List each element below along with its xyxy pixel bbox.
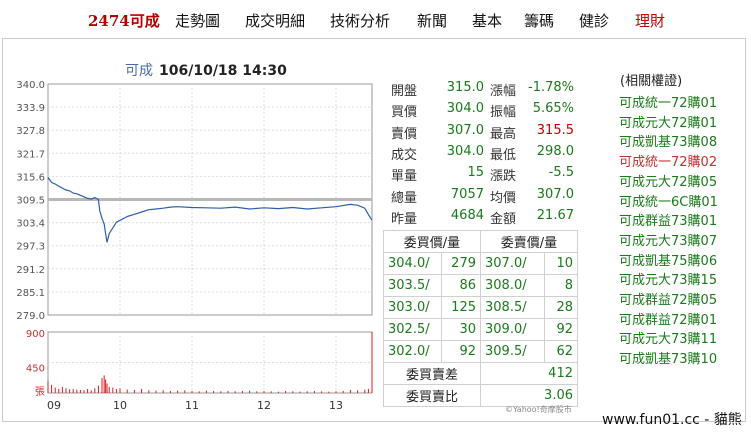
footer-watermark: www.fun01.cc - 貓熊: [602, 412, 742, 428]
order-book-row: 303.5/86 308.0/8: [382, 274, 578, 297]
stat-label: 最高: [490, 126, 517, 142]
related-warrant-link[interactable]: 可成群益72購01: [619, 309, 717, 328]
stat-value: -1.78%: [528, 80, 574, 95]
time-tick-label: 09: [47, 399, 61, 412]
stat-label: 漲幅: [490, 84, 517, 99]
bid-volume: 279: [441, 252, 481, 275]
ask-header: 委賣價/量: [480, 230, 578, 253]
stat-label: 昨量: [391, 211, 418, 227]
ask-price: 308.5/: [479, 296, 546, 319]
related-warrant-link[interactable]: 可成元大73購07: [619, 230, 717, 249]
stat-label: 總量: [391, 190, 418, 206]
bid-volume: 125: [441, 296, 481, 319]
stat-value: 307.0: [446, 122, 484, 138]
volume-tick-label: 450: [26, 364, 45, 375]
time-tick-label: 11: [185, 399, 199, 412]
ask-volume: 10: [544, 252, 578, 275]
stat-value: -5.5: [548, 165, 574, 181]
order-book-row: 302.5/30 309.0/92: [382, 318, 578, 341]
stat-label: 買價: [391, 105, 418, 121]
price-tick-label: 333.9: [16, 103, 45, 114]
ask-price: 309.5/: [479, 340, 546, 363]
yahoo-credit: ©Yahoo!奇摩股市: [505, 405, 572, 414]
price-tick-label: 315.6: [16, 172, 45, 183]
ask-volume: 28: [544, 296, 578, 319]
related-warrant-link[interactable]: 可成統一72購01: [619, 92, 717, 111]
price-tick-label: 327.8: [16, 126, 45, 137]
ratio-label: 委買賣比: [383, 384, 481, 407]
stat-value: 307.0: [536, 186, 574, 202]
diff-label: 委買賣差: [383, 362, 481, 385]
stat-label: 漲跌: [490, 169, 517, 185]
time-tick-label: 12: [257, 399, 271, 412]
stat-label: 最低: [490, 147, 517, 163]
stat-value: 298.0: [536, 143, 574, 159]
related-warrant-link[interactable]: 可成凱基73購08: [619, 131, 717, 150]
bid-price: 302.0/: [382, 340, 443, 363]
stat-label: 均價: [490, 190, 517, 206]
bid-price: 303.5/: [382, 274, 443, 297]
bid-price: 302.5/: [382, 318, 443, 341]
bid-volume: 92: [441, 340, 481, 363]
stat-value: 4684: [450, 207, 484, 223]
order-book-row: 303.0/125 308.5/28: [382, 296, 578, 319]
stat-label: 單量: [391, 169, 418, 185]
stat-label: 開盤: [391, 84, 418, 99]
related-warrant-link[interactable]: 可成元大72購01: [619, 112, 717, 131]
ask-volume: 92: [544, 318, 578, 341]
time-tick-label: 13: [329, 399, 343, 412]
stat-label: 賣價: [391, 126, 418, 142]
related-warrant-link[interactable]: 可成群益73購01: [619, 210, 717, 229]
related-warrants-title: (相關權證): [620, 74, 683, 89]
order-book: 委買價/量 委賣價/量 304.0/279 307.0/10 303.5/86 308…: [382, 230, 578, 407]
stat-value: 5.65%: [532, 101, 574, 117]
related-warrant-link[interactable]: 可成凱基75購06: [619, 250, 717, 269]
ask-price: 308.0/: [479, 274, 546, 297]
stat-label: 成交: [391, 147, 418, 163]
stat-label: 振幅: [490, 105, 517, 121]
related-warrant-link[interactable]: 可成統一72購02: [619, 151, 717, 170]
price-tick-label: 321.7: [16, 149, 45, 160]
stat-value: 7057: [450, 186, 484, 202]
related-warrant-link[interactable]: 可成群益72購05: [619, 289, 717, 308]
bid-price: 303.0/: [382, 296, 443, 319]
price-tick-label: 303.4: [16, 219, 45, 230]
order-book-row: 302.0/92 309.5/62: [382, 340, 578, 363]
price-tick-label: 309.5: [16, 196, 45, 207]
related-warrant-link[interactable]: 可成凱基73購10: [619, 348, 717, 367]
bid-header: 委買價/量: [383, 230, 481, 253]
bid-volume: 86: [441, 274, 481, 297]
ask-volume: 62: [544, 340, 578, 363]
price-tick-label: 297.3: [16, 242, 45, 253]
price-line: [47, 177, 373, 243]
price-tick-label: 291.2: [16, 265, 45, 276]
diff-value: 412: [480, 362, 578, 385]
bid-volume: 30: [441, 318, 481, 341]
volume-tick-label: 張: [35, 386, 45, 398]
related-warrant-link[interactable]: 可成統一6C購01: [619, 191, 718, 210]
related-warrant-link[interactable]: 可成元大73購15: [619, 269, 717, 288]
ask-volume: 8: [544, 274, 578, 297]
stat-value: 315.0: [446, 80, 484, 95]
volume-tick-label: 900: [26, 329, 45, 340]
stat-label: 金額: [490, 211, 517, 227]
stat-value: 21.67: [536, 207, 574, 223]
price-tick-label: 285.1: [16, 288, 45, 299]
stat-value: 15: [467, 165, 484, 181]
stat-value: 315.5: [536, 122, 574, 138]
related-warrant-link[interactable]: 可成元大73購11: [619, 328, 717, 347]
price-tick-label: 340.0: [16, 80, 45, 91]
stat-value: 304.0: [446, 101, 484, 117]
related-warrant-link[interactable]: 可成元大72購05: [619, 171, 717, 190]
price-tick-label: 279.0: [16, 311, 45, 322]
order-book-row: 304.0/279 307.0/10: [382, 252, 578, 275]
time-tick-label: 10: [113, 399, 127, 412]
ask-price: 309.0/: [479, 318, 546, 341]
bid-price: 304.0/: [382, 252, 443, 275]
stat-value: 304.0: [446, 143, 484, 159]
ask-price: 307.0/: [479, 252, 546, 275]
